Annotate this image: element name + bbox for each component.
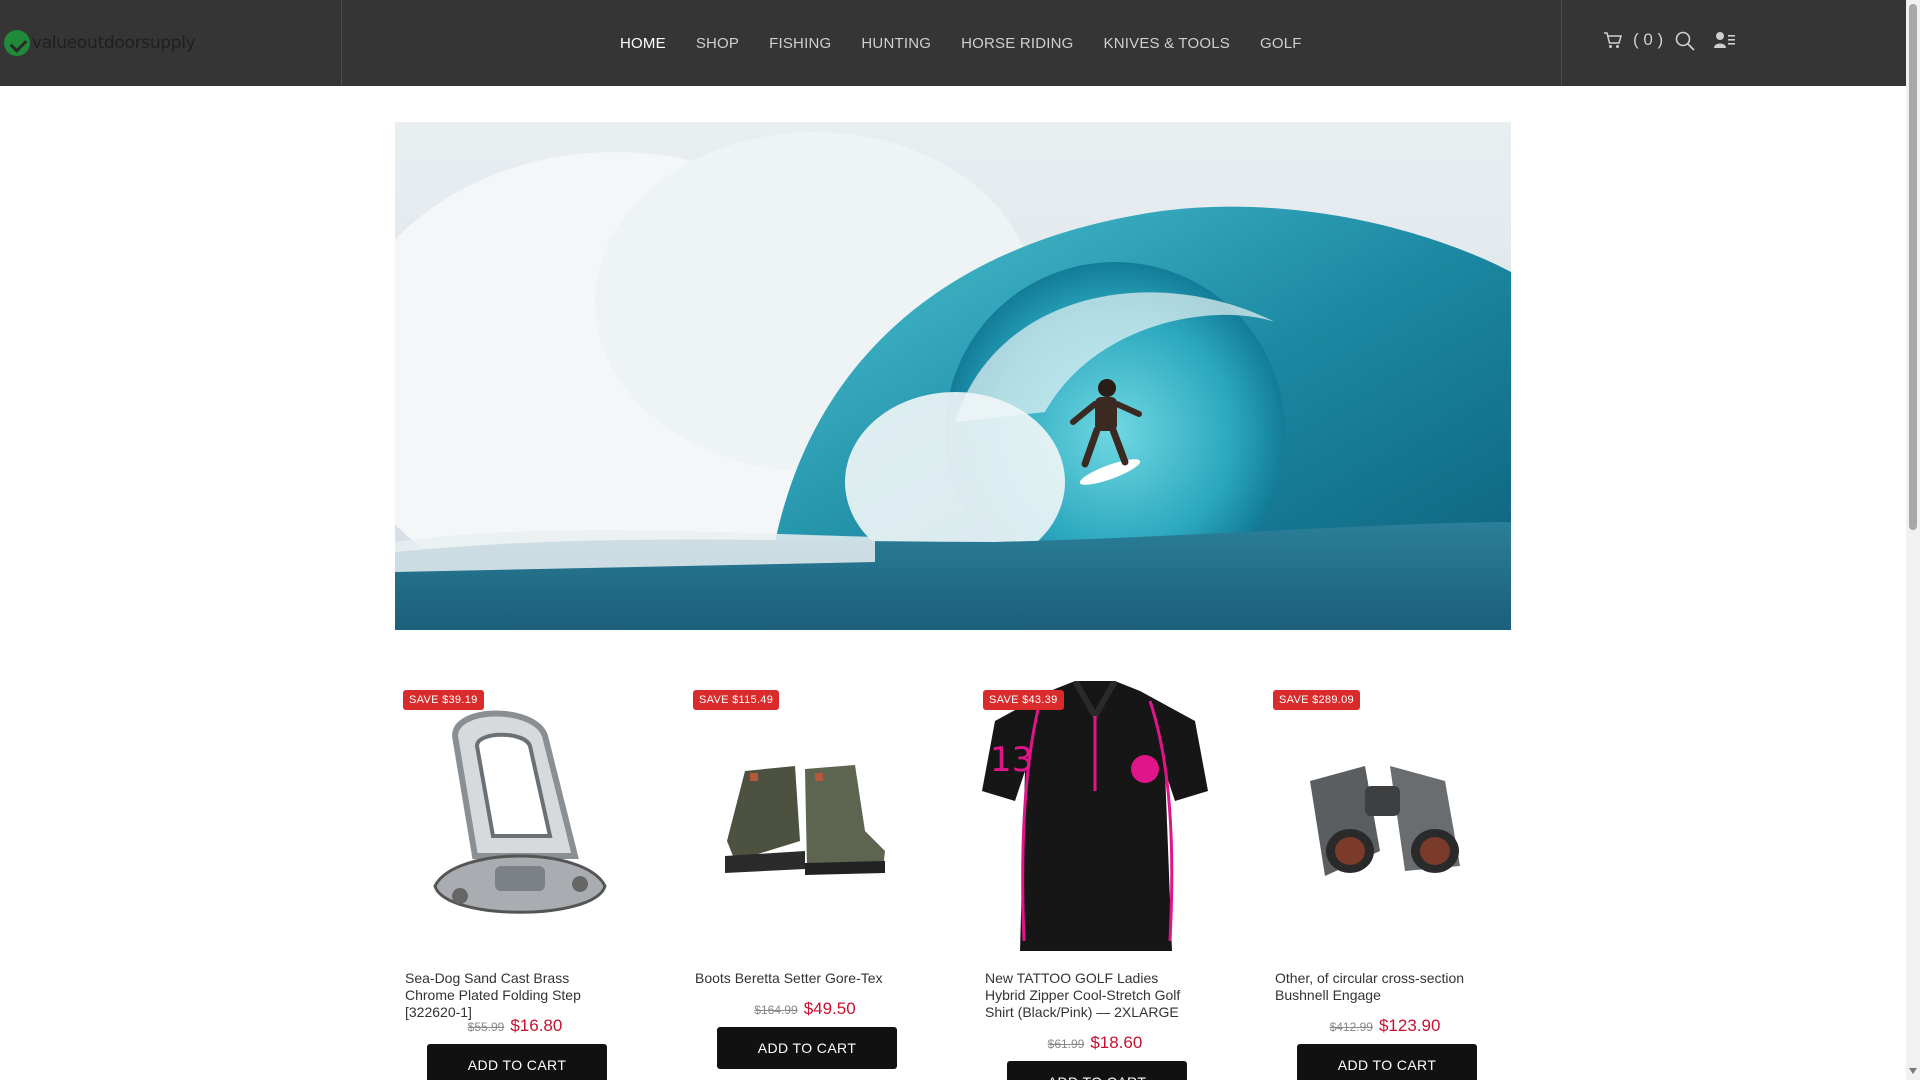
nav-horse-riding[interactable]: HORSE RIDING bbox=[961, 35, 1073, 52]
product-image-golf-shirt[interactable]: 13 bbox=[975, 680, 1215, 962]
cart-count: ( 0 ) bbox=[1633, 30, 1664, 49]
product-image-boots[interactable] bbox=[685, 680, 925, 962]
sale-price: $18.60 bbox=[1090, 1033, 1143, 1052]
product-image-binoculars[interactable] bbox=[1265, 680, 1505, 962]
cart-button[interactable]: ( 0 ) bbox=[1603, 30, 1663, 50]
nav-fishing[interactable]: FISHING bbox=[769, 35, 831, 52]
product-title[interactable]: New TATTOO GOLF Ladies Hybrid Zipper Coo… bbox=[985, 970, 1200, 1021]
account-button[interactable] bbox=[1714, 31, 1736, 56]
hero-banner-image bbox=[395, 122, 1511, 630]
sale-price: $16.80 bbox=[510, 1016, 563, 1035]
product-card[interactable]: SAVE $289.09 Other, of circular cross-se… bbox=[1265, 680, 1505, 1080]
product-price: $164.99 $49.50 bbox=[685, 999, 925, 1019]
sale-badge: SAVE $115.49 bbox=[693, 690, 780, 710]
sale-badge: SAVE $43.39 bbox=[983, 690, 1064, 710]
original-price: $164.99 bbox=[754, 1003, 798, 1017]
nav-knives-tools[interactable]: KNIVES & TOOLS bbox=[1104, 35, 1230, 52]
sale-badge: SAVE $39.19 bbox=[403, 690, 484, 710]
main-nav: HOME SHOP FISHING HUNTING HORSE RIDING K… bbox=[620, 0, 1332, 86]
brand-name: valueoutdoorsupply bbox=[32, 33, 196, 53]
product-price: $55.99 $16.80 bbox=[395, 1016, 635, 1036]
svg-text:13: 13 bbox=[990, 740, 1033, 780]
sale-badge: SAVE $289.09 bbox=[1273, 690, 1360, 710]
product-price: $412.99 $123.90 bbox=[1265, 1016, 1505, 1036]
scroll-down-arrow-icon[interactable] bbox=[1909, 1068, 1917, 1074]
sale-price: $123.90 bbox=[1378, 1016, 1441, 1035]
page-scrollbar[interactable] bbox=[1906, 0, 1920, 1080]
nav-hunting[interactable]: HUNTING bbox=[861, 35, 931, 52]
logo-link[interactable]: valueoutdoorsupply bbox=[0, 0, 342, 86]
add-to-cart-button[interactable]: ADD TO CART bbox=[1297, 1044, 1477, 1080]
search-icon bbox=[1675, 31, 1695, 51]
account-icon bbox=[1714, 32, 1735, 48]
search-button[interactable] bbox=[1675, 31, 1695, 56]
add-to-cart-button[interactable]: ADD TO CART bbox=[427, 1044, 607, 1080]
nav-shop[interactable]: SHOP bbox=[696, 35, 739, 52]
original-price: $55.99 bbox=[467, 1020, 505, 1034]
product-price: $61.99 $18.60 bbox=[975, 1033, 1215, 1053]
add-to-cart-button[interactable]: ADD TO CART bbox=[717, 1027, 897, 1069]
original-price: $61.99 bbox=[1047, 1037, 1085, 1051]
product-title[interactable]: Other, of circular cross-section Bushnel… bbox=[1275, 970, 1490, 1004]
product-image-folding-step[interactable] bbox=[395, 680, 635, 962]
product-card[interactable]: SAVE $115.49 Boots Beretta Setter Gore-T… bbox=[685, 680, 925, 1080]
nav-golf[interactable]: GOLF bbox=[1260, 35, 1302, 52]
product-title[interactable]: Sea-Dog Sand Cast Brass Chrome Plated Fo… bbox=[405, 970, 620, 1021]
cart-icon bbox=[1604, 32, 1622, 48]
product-card[interactable]: SAVE $43.39 13 New TATTOO GOLF Ladies Hy… bbox=[975, 680, 1215, 1080]
original-price: $412.99 bbox=[1329, 1020, 1373, 1034]
product-card[interactable]: SAVE $39.19 Sea-Dog Sand Cast Brass Chro… bbox=[395, 680, 635, 1080]
add-to-cart-button[interactable]: ADD TO CART bbox=[1007, 1061, 1187, 1080]
header-utilities: ( 0 ) bbox=[1561, 0, 1906, 86]
logo-icon bbox=[4, 30, 30, 56]
product-title[interactable]: Boots Beretta Setter Gore-Tex bbox=[695, 970, 910, 987]
site-header: valueoutdoorsupply HOME SHOP FISHING HUN… bbox=[0, 0, 1906, 86]
scrollbar-thumb[interactable] bbox=[1909, 4, 1917, 530]
nav-home[interactable]: HOME bbox=[620, 35, 666, 52]
sale-price: $49.50 bbox=[803, 999, 856, 1018]
